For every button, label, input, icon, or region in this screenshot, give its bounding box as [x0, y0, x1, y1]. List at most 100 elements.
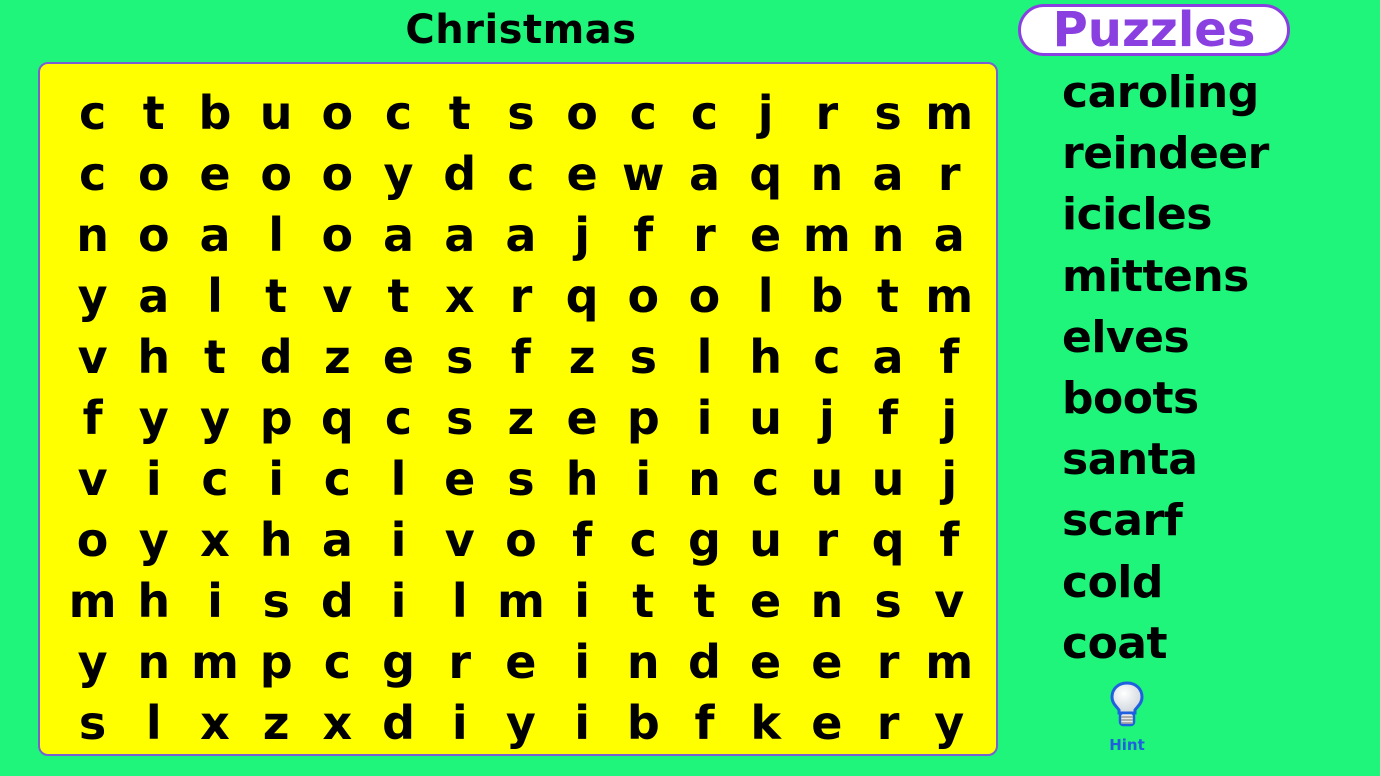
grid-cell[interactable]: j: [735, 82, 796, 143]
grid-cell[interactable]: m: [184, 632, 245, 693]
grid-cell[interactable]: n: [123, 632, 184, 693]
grid-cell[interactable]: u: [796, 449, 857, 510]
puzzles-logo[interactable]: Puzzles: [1018, 4, 1290, 56]
grid-cell[interactable]: i: [184, 571, 245, 632]
grid-cell[interactable]: u: [735, 387, 796, 448]
grid-cell[interactable]: o: [307, 143, 368, 204]
grid-cell[interactable]: c: [368, 82, 429, 143]
grid-cell[interactable]: n: [796, 143, 857, 204]
grid-cell[interactable]: l: [184, 265, 245, 326]
grid-cell[interactable]: a: [123, 265, 184, 326]
grid-cell[interactable]: i: [368, 510, 429, 571]
grid-cell[interactable]: m: [919, 632, 980, 693]
grid-cell[interactable]: y: [62, 265, 123, 326]
grid-cell[interactable]: v: [62, 326, 123, 387]
grid-cell[interactable]: d: [674, 632, 735, 693]
grid-cell[interactable]: s: [246, 571, 307, 632]
grid-cell[interactable]: f: [674, 693, 735, 754]
grid-cell[interactable]: j: [796, 387, 857, 448]
grid-cell[interactable]: o: [123, 204, 184, 265]
grid-cell[interactable]: r: [919, 143, 980, 204]
grid-cell[interactable]: f: [490, 326, 551, 387]
grid-cell[interactable]: d: [429, 143, 490, 204]
grid-cell[interactable]: l: [674, 326, 735, 387]
grid-cell[interactable]: y: [184, 387, 245, 448]
grid-cell[interactable]: p: [246, 387, 307, 448]
grid-cell[interactable]: e: [184, 143, 245, 204]
grid-cell[interactable]: e: [735, 632, 796, 693]
grid-cell[interactable]: h: [123, 571, 184, 632]
grid-cell[interactable]: n: [857, 204, 918, 265]
grid-cell[interactable]: y: [62, 632, 123, 693]
grid-cell[interactable]: y: [368, 143, 429, 204]
grid-cell[interactable]: f: [857, 387, 918, 448]
grid-cell[interactable]: i: [368, 571, 429, 632]
grid-cell[interactable]: c: [796, 326, 857, 387]
grid-cell[interactable]: i: [552, 693, 613, 754]
grid-cell[interactable]: x: [307, 693, 368, 754]
grid-cell[interactable]: o: [307, 82, 368, 143]
grid-cell[interactable]: h: [552, 449, 613, 510]
grid-cell[interactable]: s: [857, 82, 918, 143]
grid-cell[interactable]: w: [613, 143, 674, 204]
grid-cell[interactable]: i: [674, 387, 735, 448]
grid-cell[interactable]: t: [613, 571, 674, 632]
grid-cell[interactable]: o: [123, 143, 184, 204]
grid-cell[interactable]: k: [735, 693, 796, 754]
grid-cell[interactable]: i: [613, 449, 674, 510]
grid-cell[interactable]: i: [246, 449, 307, 510]
grid-cell[interactable]: d: [368, 693, 429, 754]
grid-cell[interactable]: e: [490, 632, 551, 693]
grid-cell[interactable]: r: [796, 510, 857, 571]
grid-cell[interactable]: r: [429, 632, 490, 693]
grid-cell[interactable]: e: [552, 387, 613, 448]
grid-cell[interactable]: o: [613, 265, 674, 326]
grid-cell[interactable]: e: [368, 326, 429, 387]
grid-cell[interactable]: s: [62, 693, 123, 754]
grid-cell[interactable]: c: [368, 387, 429, 448]
grid-cell[interactable]: i: [552, 632, 613, 693]
grid-cell[interactable]: e: [796, 693, 857, 754]
grid-cell[interactable]: q: [307, 387, 368, 448]
grid-cell[interactable]: q: [552, 265, 613, 326]
grid-cell[interactable]: n: [62, 204, 123, 265]
grid-cell[interactable]: z: [552, 326, 613, 387]
grid-cell[interactable]: o: [246, 143, 307, 204]
grid-cell[interactable]: p: [613, 387, 674, 448]
grid-cell[interactable]: l: [429, 571, 490, 632]
grid-cell[interactable]: v: [429, 510, 490, 571]
grid-cell[interactable]: j: [552, 204, 613, 265]
grid-cell[interactable]: u: [735, 510, 796, 571]
grid-cell[interactable]: e: [735, 571, 796, 632]
grid-cell[interactable]: y: [123, 387, 184, 448]
grid-cell[interactable]: f: [919, 510, 980, 571]
grid-cell[interactable]: q: [857, 510, 918, 571]
grid-cell[interactable]: h: [123, 326, 184, 387]
grid-cell[interactable]: u: [246, 82, 307, 143]
grid-cell[interactable]: c: [184, 449, 245, 510]
grid-cell[interactable]: m: [919, 82, 980, 143]
grid-cell[interactable]: n: [613, 632, 674, 693]
grid-cell[interactable]: j: [919, 449, 980, 510]
grid-cell[interactable]: v: [919, 571, 980, 632]
grid-cell[interactable]: g: [368, 632, 429, 693]
grid-cell[interactable]: b: [613, 693, 674, 754]
grid-cell[interactable]: r: [857, 632, 918, 693]
grid-cell[interactable]: o: [490, 510, 551, 571]
grid-cell[interactable]: d: [307, 571, 368, 632]
grid-cell[interactable]: q: [735, 143, 796, 204]
grid-cell[interactable]: n: [674, 449, 735, 510]
grid-cell[interactable]: c: [307, 449, 368, 510]
grid-cell[interactable]: i: [123, 449, 184, 510]
grid-cell[interactable]: a: [490, 204, 551, 265]
grid-cell[interactable]: r: [674, 204, 735, 265]
grid-cell[interactable]: s: [490, 449, 551, 510]
grid-cell[interactable]: t: [246, 265, 307, 326]
grid-cell[interactable]: a: [919, 204, 980, 265]
grid-cell[interactable]: x: [184, 510, 245, 571]
grid-cell[interactable]: c: [62, 143, 123, 204]
grid-cell[interactable]: t: [123, 82, 184, 143]
grid-cell[interactable]: c: [613, 82, 674, 143]
grid-cell[interactable]: j: [919, 387, 980, 448]
grid-cell[interactable]: h: [246, 510, 307, 571]
